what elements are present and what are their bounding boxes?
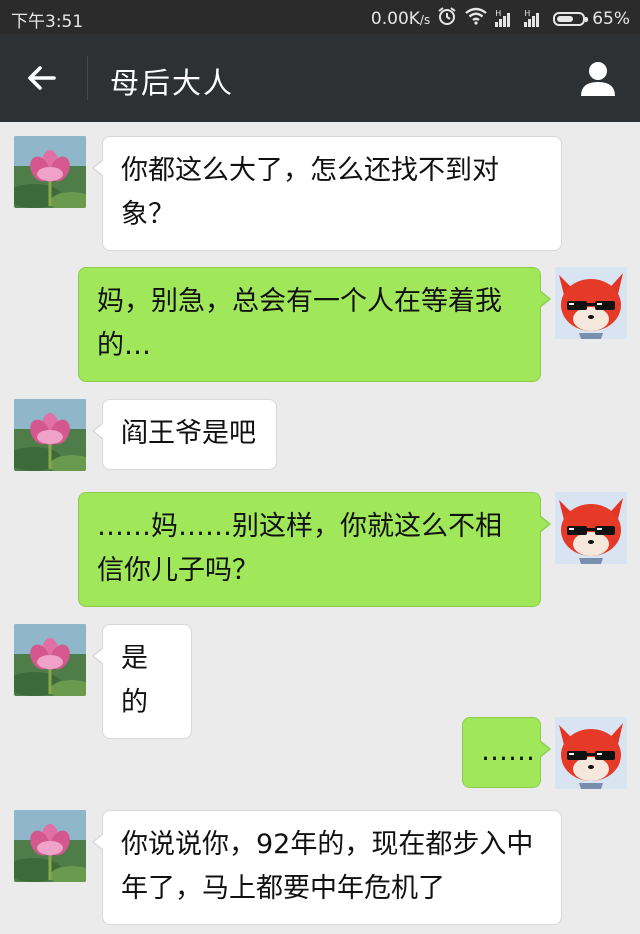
message-bubble[interactable]: …… [462,717,551,788]
lotus-avatar[interactable] [14,136,86,208]
chat-list[interactable]: 你都这么大了，怎么还找不到对象？ 妈，别急，总会有一个人在等着我的… 阎王爷是吧… [0,122,640,934]
lotus-avatar[interactable] [14,810,86,882]
battery-percent: 65% [592,8,630,29]
battery-icon [553,11,589,26]
red-fox-avatar[interactable] [555,267,627,339]
lotus-avatar[interactable] [14,399,86,471]
status-time: 下午3:51 [11,12,84,32]
message-bubble[interactable]: 你说说你，92年的，现在都步入中年了，马上都要中年危机了 [92,810,562,925]
network-speed-unit: /s [419,12,431,27]
status-icons: 0.00K/s H H 65% [371,6,630,31]
wifi-icon [464,7,488,30]
network-speed: 0.00K/s [371,9,430,29]
red-fox-avatar[interactable] [555,717,627,789]
message-bubble[interactable]: 阎王爷是吧 [92,399,277,470]
header-divider [87,56,88,100]
network-speed-value: 0.00K [370,8,420,29]
message-bubble[interactable]: 你都这么大了，怎么还找不到对象？ [92,136,562,251]
chat-title: 母后大人 [110,66,235,100]
lotus-avatar[interactable] [14,624,86,696]
chat-header: 母后大人 [0,34,640,122]
status-bar: 下午3:51 0.00K/s H H 65% [0,0,640,34]
back-arrow-icon[interactable] [24,60,60,96]
red-fox-avatar[interactable] [555,492,627,564]
signal-icon: H [524,9,546,27]
battery-level-fill [557,15,574,22]
signal-icon: H [495,9,517,27]
message-bubble[interactable]: 妈，别急，总会有一个人在等着我的… [78,267,551,382]
message-bubble[interactable]: 是的 [92,624,192,739]
message-bubble[interactable]: ……妈……别这样，你就这么不相信你儿子吗？ [78,492,551,607]
profile-icon[interactable] [578,58,618,98]
alarm-icon [437,6,457,31]
